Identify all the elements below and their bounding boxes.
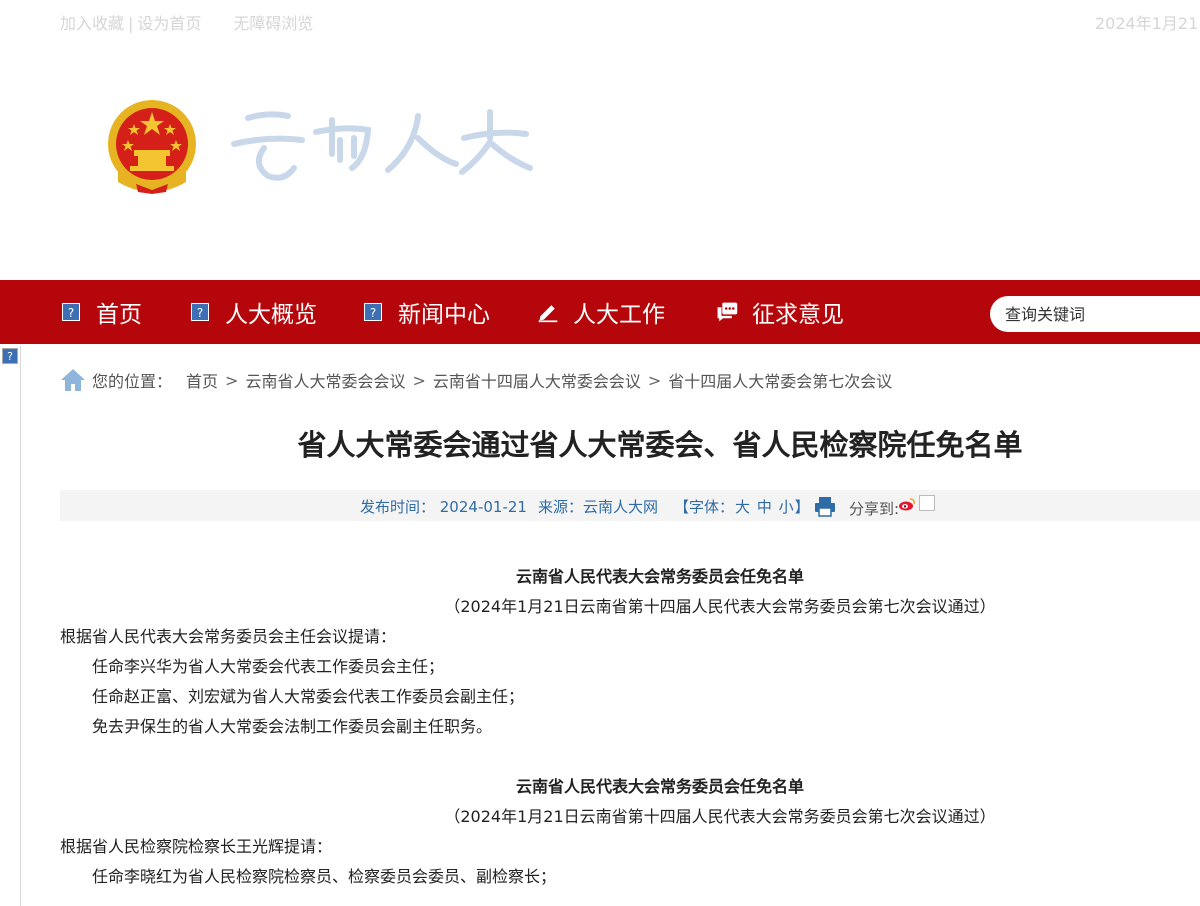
article-source: 来源：云南人大网 (538, 498, 659, 516)
nav-item-opinions[interactable]: 征求意见 (716, 280, 844, 344)
breadcrumb-separator: > (647, 370, 662, 390)
main-nav: ? 首页 ? 人大概览 ? 新闻中心 人大工作 征求意见 (0, 280, 1200, 344)
link-separator: | (128, 14, 134, 33)
weibo-icon[interactable] (898, 497, 916, 511)
appointment-line: 任命赵正富、刘宏斌为省人大常委会代表工作委员会副主任； (92, 687, 525, 706)
comment-icon (716, 301, 738, 323)
page-title: 省人大常委会通过省人大常委会、省人民检察院任免名单 (297, 428, 1023, 462)
nav-label: 征求意见 (752, 302, 844, 328)
nav-item-work[interactable]: 人大工作 (537, 280, 665, 344)
appointment-line: 任命李晓红为省人民检察院检察员、检察委员会委员、副检察长； (92, 867, 557, 886)
print-icon[interactable] (814, 495, 836, 517)
breadcrumb-home[interactable]: 首页 (186, 368, 218, 392)
breadcrumb-label: 您的位置： (92, 372, 173, 391)
share-more-box[interactable] (919, 495, 935, 511)
site-logo-script (231, 109, 533, 181)
font-small-button[interactable]: 小 (779, 498, 794, 516)
nav-item-overview[interactable]: ? 人大概览 (189, 280, 317, 344)
font-close: 】 (794, 498, 810, 516)
pencil-icon (537, 301, 559, 323)
question-box-icon: ? (189, 301, 211, 323)
nav-item-home[interactable]: ? 首页 (60, 280, 142, 344)
nav-label: 新闻中心 (398, 302, 490, 328)
breadcrumb-7th-session[interactable]: 省十四届人大常委会第七次会议 (668, 368, 892, 392)
font-open: 【字体： (674, 498, 735, 516)
current-date: 2024年1月21日 (1095, 14, 1200, 33)
breadcrumb: 您的位置： 首页 > 云南省人大常委会会议 > 云南省十四届人大常委会会议 > … (60, 366, 892, 394)
add-favorite-link[interactable]: 加入收藏 (60, 14, 124, 33)
breadcrumb-meetings[interactable]: 云南省人大常委会会议 (245, 368, 405, 392)
breadcrumb-separator: > (225, 370, 239, 390)
section-subheading: （2024年1月21日云南省第十四届人民代表大会常务委员会第七次会议通过） (444, 807, 996, 826)
article-meta-bar: 发布时间： 2024-01-21 来源：云南人大网 【字体：大 中 小】 分享到… (60, 490, 1200, 521)
breadcrumb-separator: > (412, 370, 426, 390)
question-box-icon: ? (362, 301, 384, 323)
search-input[interactable] (990, 296, 1200, 332)
national-emblem-icon (108, 100, 196, 194)
nav-item-news[interactable]: ? 新闻中心 (362, 280, 490, 344)
section-heading: 云南省人民代表大会常务委员会任免名单 (515, 567, 804, 586)
publish-date: 发布时间： 2024-01-21 (360, 498, 527, 516)
appointment-line: 任命李兴华为省人大常委会代表工作委员会主任； (92, 657, 445, 676)
font-large-button[interactable]: 大 (735, 498, 750, 516)
breadcrumb-14th-meetings[interactable]: 云南省十四届人大常委会会议 (433, 368, 641, 392)
accessibility-link[interactable]: 无障碍浏览 (233, 14, 313, 33)
section-intro: 根据省人民检察院检察长王光辉提请： (60, 837, 333, 856)
share-label: 分享到: (849, 500, 900, 518)
article-body: 云南省人民代表大会常务委员会任免名单 （2024年1月21日云南省第十四届人民代… (60, 562, 1200, 892)
font-medium-button[interactable]: 中 (757, 498, 772, 516)
top-utility-bar: 加入收藏|设为首页 无障碍浏览 2024年1月21日 (0, 0, 1200, 42)
nav-label: 首页 (96, 302, 142, 328)
set-home-link[interactable]: 设为首页 (137, 14, 201, 33)
appointment-line: 免去尹保生的省人大常委会法制工作委员会副主任职务。 (92, 717, 493, 736)
section-heading: 云南省人民代表大会常务委员会任免名单 (515, 777, 804, 796)
font-size-control: 【字体：大 中 小】 (674, 496, 810, 517)
utility-links: 加入收藏 | 设为首页 无障碍浏览 (60, 10, 313, 34)
section-intro: 根据省人民代表大会常务委员会主任会议提请： (60, 627, 397, 646)
side-question-icon: ? (2, 348, 18, 364)
nav-label: 人大概览 (225, 302, 317, 328)
nav-label: 人大工作 (573, 302, 665, 328)
section-subheading: （2024年1月21日云南省第十四届人民代表大会常务委员会第七次会议通过） (444, 597, 996, 616)
home-icon (61, 369, 85, 391)
question-box-icon: ? (60, 301, 82, 323)
